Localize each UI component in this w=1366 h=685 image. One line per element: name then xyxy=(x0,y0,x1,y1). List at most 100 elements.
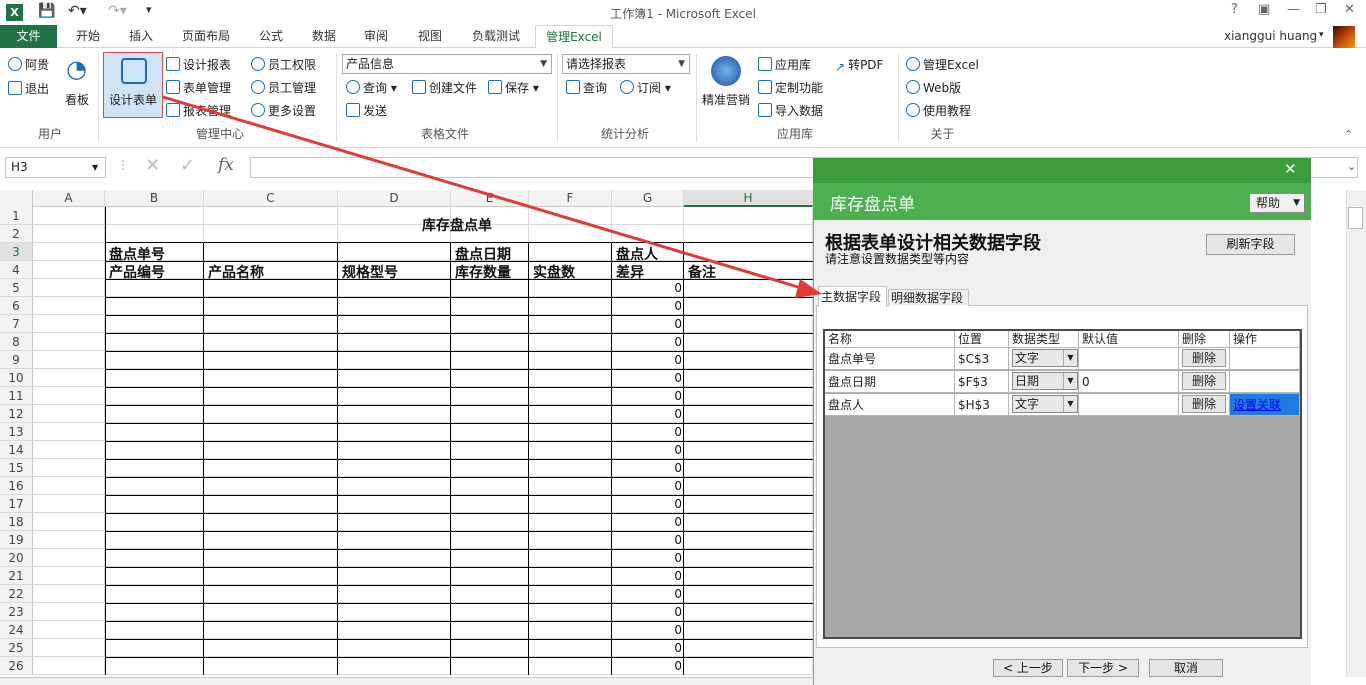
field-name-cell[interactable]: 盘点人 xyxy=(825,394,955,416)
tab-file[interactable]: 文件 xyxy=(0,25,57,48)
cell-g4[interactable]: 差异 xyxy=(616,262,644,282)
cell-g-diff[interactable]: 0 xyxy=(642,605,682,619)
cell-g-diff[interactable]: 0 xyxy=(642,371,682,385)
cell-c4[interactable]: 产品名称 xyxy=(208,262,264,282)
report-select-combo[interactable]: 请选择报表 ▼ xyxy=(562,54,690,74)
sheet-title[interactable]: 库存盘点单 xyxy=(422,215,492,235)
cell-d4[interactable]: 规格型号 xyxy=(342,262,398,282)
col-header-a[interactable]: A xyxy=(33,190,105,207)
data-type-select[interactable]: 文字 ▼ xyxy=(1012,395,1078,413)
row-header[interactable]: 1 xyxy=(0,207,33,225)
insert-function-icon[interactable]: fx xyxy=(218,155,234,175)
cell-g-diff[interactable]: 0 xyxy=(642,425,682,439)
avatar[interactable] xyxy=(1333,26,1355,48)
row-header[interactable]: 24 xyxy=(0,621,33,639)
collapse-ribbon-icon[interactable]: ⌃ xyxy=(1344,128,1353,141)
cell-g-diff[interactable]: 0 xyxy=(642,479,682,493)
tab-detail-fields[interactable]: 明细数据字段 xyxy=(888,289,969,306)
web-version-button[interactable]: Web版 xyxy=(906,79,961,96)
help-icon[interactable]: ? xyxy=(1231,2,1238,17)
row-header[interactable]: 26 xyxy=(0,657,33,675)
cell-g-diff[interactable]: 0 xyxy=(642,641,682,655)
set-association-link[interactable]: 设置关联 xyxy=(1233,398,1282,412)
tab-insert[interactable]: 插入 xyxy=(116,25,166,48)
ribbon-options-icon[interactable]: ▣ xyxy=(1258,2,1270,17)
expand-formula-icon[interactable]: ⌄ xyxy=(1347,160,1356,173)
user-dropdown-icon[interactable]: ▾ xyxy=(1319,30,1324,40)
board-button[interactable]: 看板 xyxy=(65,91,89,108)
sheet-tab-bar[interactable] xyxy=(0,677,813,685)
row-header[interactable]: 11 xyxy=(0,387,33,405)
col-header-g[interactable]: G xyxy=(612,190,684,207)
data-type-select[interactable]: 文字 ▼ xyxy=(1012,349,1078,367)
form-mgmt-button[interactable]: 表单管理 xyxy=(166,79,231,96)
cell-g-diff[interactable]: 0 xyxy=(642,335,682,349)
tab-load-test[interactable]: 负载测试 xyxy=(462,25,530,48)
field-position-cell[interactable]: $F$3 xyxy=(955,371,1009,393)
col-header-e[interactable]: E xyxy=(451,190,529,207)
tab-formulas[interactable]: 公式 xyxy=(248,25,294,48)
cell-g-diff[interactable]: 0 xyxy=(642,461,682,475)
cell-f4[interactable]: 实盘数 xyxy=(533,262,575,282)
row-header[interactable]: 15 xyxy=(0,459,33,477)
row-header[interactable]: 8 xyxy=(0,333,33,351)
row-header[interactable]: 16 xyxy=(0,477,33,495)
row-header[interactable]: 2 xyxy=(0,225,33,243)
row-header[interactable]: 4 xyxy=(0,261,33,279)
import-data-button[interactable]: 导入数据 xyxy=(758,102,823,119)
field-name-cell[interactable]: 盘点单号 xyxy=(825,348,955,370)
custom-function-button[interactable]: 定制功能 xyxy=(758,79,823,96)
row-header[interactable]: 14 xyxy=(0,441,33,459)
next-step-button[interactable]: 下一步 > xyxy=(1067,659,1139,677)
tab-review[interactable]: 审阅 xyxy=(354,25,398,48)
row-header[interactable]: 17 xyxy=(0,495,33,513)
col-header-f[interactable]: F xyxy=(529,190,612,207)
tab-main-fields[interactable]: 主数据字段 xyxy=(818,286,887,307)
tab-data[interactable]: 数据 xyxy=(302,25,346,48)
row-header[interactable]: 25 xyxy=(0,639,33,657)
data-type-select[interactable]: 日期 ▼ xyxy=(1012,372,1078,390)
cell-g3[interactable]: 盘点人 xyxy=(616,244,658,264)
col-header-d[interactable]: D xyxy=(338,190,451,207)
user-name[interactable]: xianggui huang xyxy=(1224,29,1317,43)
subscribe-button[interactable]: 订阅 ▾ xyxy=(620,79,671,96)
emp-perm-button[interactable]: 员工权限 xyxy=(251,56,316,73)
minimize-icon[interactable]: — xyxy=(1287,2,1300,17)
field-name-cell[interactable]: 盘点日期 xyxy=(825,371,955,393)
cancel-button[interactable]: 取消 xyxy=(1149,659,1223,677)
cell-e3[interactable]: 盘点日期 xyxy=(455,244,511,264)
cell-g-diff[interactable]: 0 xyxy=(642,407,682,421)
cancel-entry-icon[interactable]: ✕ xyxy=(145,155,160,176)
cell-g-diff[interactable]: 0 xyxy=(642,533,682,547)
logout-button[interactable]: 退出 xyxy=(8,80,49,97)
save-file-button[interactable]: 保存 ▾ xyxy=(488,79,539,96)
cell-g-diff[interactable]: 0 xyxy=(642,515,682,529)
send-button[interactable]: 发送 xyxy=(346,102,387,119)
row-header[interactable]: 21 xyxy=(0,567,33,585)
design-report-button[interactable]: 设计报表 xyxy=(166,56,231,73)
cell-g-diff[interactable]: 0 xyxy=(642,317,682,331)
row-header[interactable]: 22 xyxy=(0,585,33,603)
col-header-b[interactable]: B xyxy=(105,190,204,207)
cell-g-diff[interactable]: 0 xyxy=(642,497,682,511)
delete-field-button[interactable]: 删除 xyxy=(1182,372,1226,390)
more-settings-button[interactable]: 更多设置 xyxy=(251,102,316,119)
field-default-cell[interactable] xyxy=(1079,394,1179,416)
tab-home[interactable]: 开始 xyxy=(63,25,113,48)
select-all-corner[interactable] xyxy=(0,190,33,207)
cell-g-diff[interactable]: 0 xyxy=(642,659,682,673)
cell-g-diff[interactable]: 0 xyxy=(642,569,682,583)
cell-g-diff[interactable]: 0 xyxy=(642,299,682,313)
row-header[interactable]: 19 xyxy=(0,531,33,549)
cell-g-diff[interactable]: 0 xyxy=(642,551,682,565)
cell-e4[interactable]: 库存数量 xyxy=(455,262,511,282)
close-window-icon[interactable]: ✕ xyxy=(1344,2,1355,17)
row-header[interactable]: 13 xyxy=(0,423,33,441)
cell-g-diff[interactable]: 0 xyxy=(642,281,682,295)
restore-icon[interactable]: ❐ xyxy=(1315,2,1327,17)
row-header[interactable]: 5 xyxy=(0,279,33,297)
delete-field-button[interactable]: 删除 xyxy=(1182,395,1226,413)
field-default-cell[interactable]: 0 xyxy=(1079,371,1179,393)
vertical-scrollbar[interactable] xyxy=(1346,190,1366,677)
row-header[interactable]: 6 xyxy=(0,297,33,315)
